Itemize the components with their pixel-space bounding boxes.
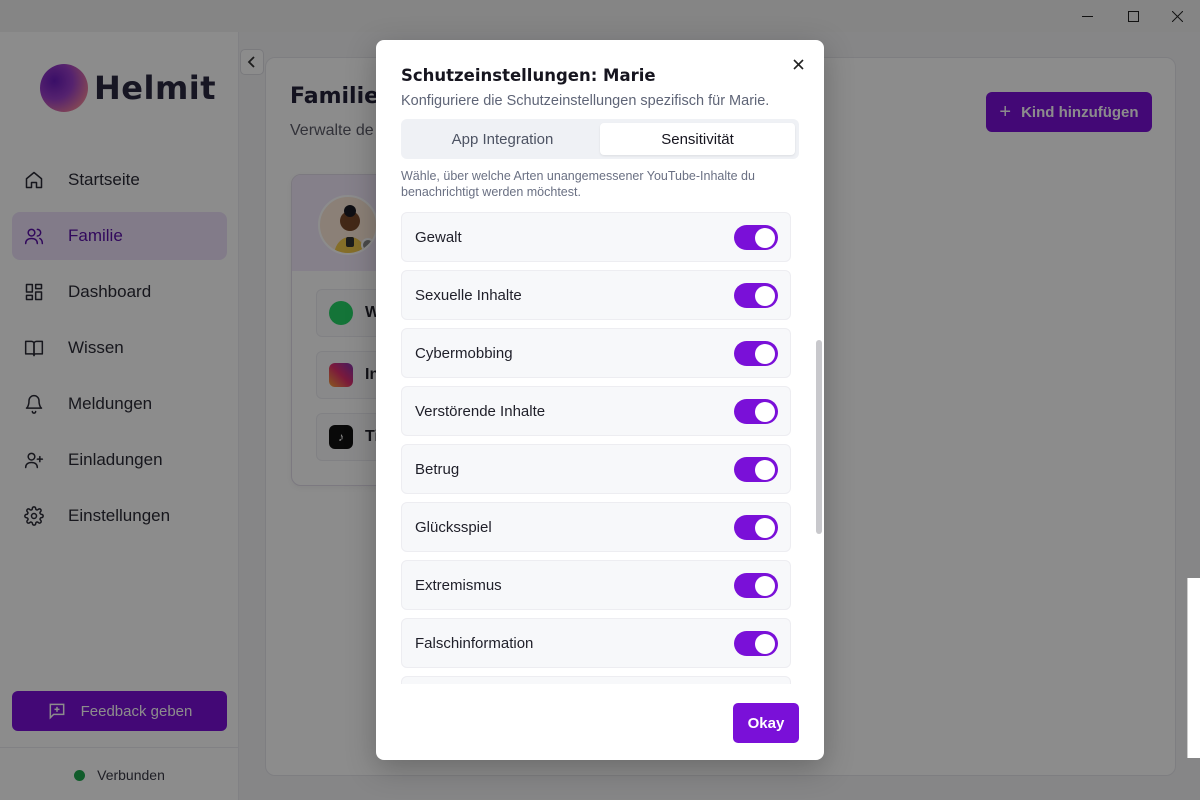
- category-label: Betrug: [415, 460, 460, 478]
- list-item: Falschinformation: [401, 618, 791, 668]
- category-toggle[interactable]: [734, 341, 778, 366]
- protection-settings-dialog: Schutzeinstellungen: Marie Konfiguriere …: [376, 40, 824, 760]
- list-item: Extremismus: [401, 560, 791, 610]
- category-toggle[interactable]: [734, 225, 778, 250]
- dialog-title: Schutzeinstellungen: Marie: [401, 66, 656, 85]
- dialog-scrollbar[interactable]: [816, 340, 822, 534]
- category-toggle[interactable]: [734, 399, 778, 424]
- category-label: Extremismus: [415, 576, 502, 594]
- category-label: Sexuelle Inhalte: [415, 286, 522, 304]
- category-toggle[interactable]: [734, 283, 778, 308]
- list-item-partial: [401, 676, 791, 684]
- category-label: Falschinformation: [415, 634, 534, 652]
- list-item: Betrug: [401, 444, 791, 494]
- category-label: Cybermobbing: [415, 344, 513, 362]
- category-label: Gewalt: [415, 228, 462, 246]
- list-item: Verstörende Inhalte: [401, 386, 791, 436]
- list-item: Sexuelle Inhalte: [401, 270, 791, 320]
- list-item: Cybermobbing: [401, 328, 791, 378]
- dialog-subtitle: Konfiguriere die Schutzeinstellungen spe…: [401, 93, 770, 109]
- category-label: Glücksspiel: [415, 518, 492, 536]
- category-toggle[interactable]: [734, 515, 778, 540]
- edge-thumbnail: [1187, 578, 1200, 758]
- category-list: Gewalt Sexuelle Inhalte Cybermobbing Ver…: [401, 212, 791, 684]
- category-toggle[interactable]: [734, 457, 778, 482]
- tab-sensitivitaet[interactable]: Sensitivität: [600, 123, 795, 155]
- category-label: Verstörende Inhalte: [415, 402, 546, 420]
- okay-button[interactable]: Okay: [733, 703, 799, 743]
- dialog-description: Wähle, über welche Arten unangemessener …: [401, 169, 755, 199]
- dialog-tabs: App Integration Sensitivität: [401, 119, 799, 159]
- close-icon[interactable]: [788, 54, 808, 74]
- list-item: Gewalt: [401, 212, 791, 262]
- tab-app-integration[interactable]: App Integration: [405, 123, 600, 155]
- list-item: Glücksspiel: [401, 502, 791, 552]
- category-toggle[interactable]: [734, 573, 778, 598]
- category-toggle[interactable]: [734, 631, 778, 656]
